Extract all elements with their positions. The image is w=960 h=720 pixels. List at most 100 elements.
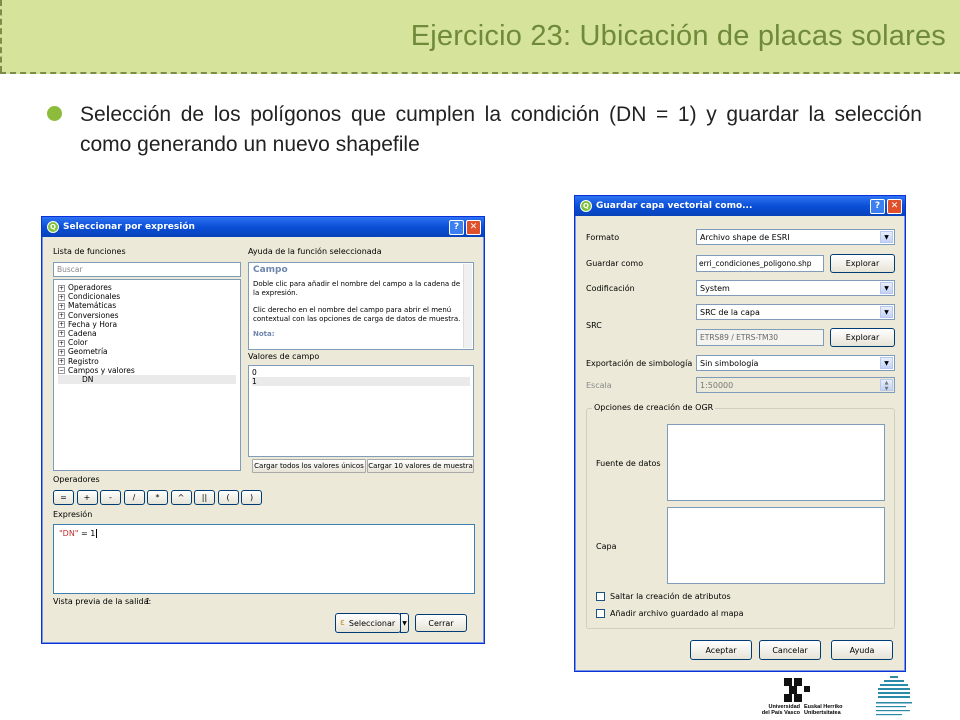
close-icon[interactable]: ✕	[887, 198, 902, 214]
tree-item[interactable]: + Matemáticas	[58, 301, 236, 310]
tree-item-dn[interactable]: DN	[58, 374, 236, 385]
operator-button[interactable]: ||	[194, 490, 215, 505]
expand-icon[interactable]: +	[58, 302, 65, 310]
expand-icon[interactable]: +	[58, 312, 65, 320]
skip-attributes-checkbox[interactable]	[596, 592, 605, 601]
tree-item-label: Campos y valores	[68, 365, 135, 375]
symbology-label: Exportación de simbología	[586, 359, 693, 368]
tree-item[interactable]: + Conversiones	[58, 311, 236, 320]
tree-item[interactable]: + Color	[58, 338, 236, 347]
operator-button[interactable]: -	[100, 490, 121, 505]
help-paragraph-1: Doble clic para añadir el nombre del cam…	[253, 280, 461, 297]
expression-editor[interactable]: "DN" = 1	[53, 524, 475, 594]
layer-options-input[interactable]	[667, 507, 885, 584]
format-label: Formato	[586, 233, 620, 242]
format-select[interactable]: Archivo shape de ESRI ▼	[696, 229, 895, 245]
help-note: Nota:	[253, 330, 275, 338]
scale-spinbox: 1:50000 ▲ ▼	[696, 377, 895, 393]
chevron-down-icon: ▼	[880, 282, 893, 294]
symbology-select[interactable]: Sin simbología ▼	[696, 355, 895, 371]
expand-icon[interactable]: +	[58, 348, 65, 356]
format-select-value: Archivo shape de ESRI	[700, 232, 790, 242]
slide-header: Ejercicio 23: Ubicación de placas solare…	[0, 0, 960, 74]
field-value-item[interactable]: 1	[252, 377, 470, 387]
help-label: Ayuda de la función seleccionada	[248, 247, 382, 256]
field-values-label: Valores de campo	[248, 352, 320, 361]
chevron-down-icon: ▼	[880, 357, 893, 369]
select-dropdown-arrow-icon[interactable]: ▼	[400, 613, 409, 633]
text-cursor	[96, 529, 100, 538]
tree-item[interactable]: + Fecha y Hora	[58, 320, 236, 329]
operator-button[interactable]: )	[241, 490, 262, 505]
cancel-button[interactable]: Cancelar	[759, 640, 821, 660]
tree-item-label: Conversiones	[68, 310, 119, 320]
tree-item[interactable]: + Registro	[58, 357, 236, 366]
tree-item[interactable]: + Geometría	[58, 347, 236, 356]
load-all-values-button[interactable]: Cargar todos los valores únicos	[252, 459, 366, 473]
function-list-label: Lista de funciones	[53, 247, 126, 256]
accept-button[interactable]: Aceptar	[690, 640, 752, 660]
help-icon[interactable]: ?	[449, 219, 464, 235]
chevron-down-icon: ▼	[880, 306, 893, 318]
add-to-map-option[interactable]: Añadir archivo guardado al mapa	[596, 609, 744, 618]
field-value-item[interactable]: 0	[252, 368, 470, 377]
selection-icon: ε	[340, 618, 345, 628]
encoding-select[interactable]: System ▼	[696, 280, 895, 296]
scale-value: 1:50000	[700, 380, 734, 390]
datasource-label: Fuente de datos	[596, 459, 661, 468]
select-button-label: Seleccionar	[348, 618, 396, 628]
expand-icon[interactable]: +	[58, 330, 65, 338]
select-button[interactable]: ε Seleccionar	[335, 613, 401, 633]
browse-button[interactable]: Explorar	[830, 254, 895, 273]
tree-item[interactable]: + Condicionales	[58, 292, 236, 301]
add-to-map-checkbox[interactable]	[596, 609, 605, 618]
skip-attributes-label: Saltar la creación de atributos	[610, 592, 731, 601]
operator-button[interactable]: ^	[170, 490, 192, 505]
tree-item-label: Fecha y Hora	[68, 319, 118, 329]
upv-text-line2: del País Vasco	[761, 710, 800, 716]
ehu-text-line2: Unibertsitatea	[804, 710, 841, 716]
function-tree: + Operadores + Condicionales + Matemáticas + Co…	[53, 279, 241, 471]
expand-icon[interactable]: +	[58, 284, 65, 292]
src-select[interactable]: SRC de la capa ▼	[696, 304, 895, 320]
tree-item[interactable]: − Campos y valores	[58, 366, 236, 375]
skip-attributes-option[interactable]: Saltar la creación de atributos	[596, 592, 731, 601]
expand-icon[interactable]: +	[58, 339, 65, 347]
expression-field-token: "DN"	[59, 529, 79, 538]
tree-item[interactable]: + Cadena	[58, 329, 236, 338]
operator-button[interactable]: =	[53, 490, 74, 505]
expression-rest-token: = 1	[78, 529, 96, 538]
ogr-options-group: Opciones de creación de OGR Fuente de da…	[586, 403, 895, 629]
help-icon[interactable]: ?	[870, 198, 885, 214]
help-scrollbar[interactable]	[463, 264, 472, 348]
bullet-text: Selección de los polígonos que cumplen l…	[80, 103, 922, 156]
close-button[interactable]: Cerrar	[415, 614, 467, 632]
qgis-icon: Q	[580, 200, 592, 212]
operator-button[interactable]: /	[123, 490, 145, 505]
expand-icon[interactable]: +	[58, 321, 65, 329]
upv-ehu-emblem-icon	[784, 678, 810, 702]
save-as-input[interactable]: erri_condiciones_poligono.shp	[696, 255, 824, 272]
function-search-input[interactable]: Buscar	[53, 262, 241, 277]
help-button[interactable]: Ayuda	[831, 640, 893, 660]
datasource-options-input[interactable]	[667, 424, 885, 501]
engineering-school-emblem-icon	[876, 676, 912, 716]
tree-item[interactable]: + Operadores	[58, 283, 236, 292]
operator-button[interactable]: +	[76, 490, 98, 505]
qgis-icon: Q	[47, 221, 59, 233]
operator-button[interactable]: (	[217, 490, 239, 505]
tree-item-label: Cadena	[68, 328, 97, 338]
save-as-label: Guardar como	[586, 259, 644, 268]
collapse-icon[interactable]: −	[58, 367, 65, 375]
expand-icon[interactable]: +	[58, 293, 65, 301]
expand-icon[interactable]: +	[58, 358, 65, 365]
add-to-map-label: Añadir archivo guardado al mapa	[610, 609, 744, 618]
select-dialog-titlebar[interactable]: Q Seleccionar por expresión ? ✕	[42, 217, 484, 237]
upv-ehu-logo: Universidad del País Vasco Euskal Herriko…	[754, 676, 864, 718]
operator-button[interactable]: *	[147, 490, 168, 505]
load-sample-values-button[interactable]: Cargar 10 valores de muestra	[367, 459, 474, 473]
browse-crs-button[interactable]: Explorar	[830, 328, 895, 347]
close-icon[interactable]: ✕	[466, 219, 481, 235]
src-select-value: SRC de la capa	[700, 307, 760, 317]
save-dialog-titlebar[interactable]: Q Guardar capa vectorial como... ? ✕	[575, 196, 905, 216]
